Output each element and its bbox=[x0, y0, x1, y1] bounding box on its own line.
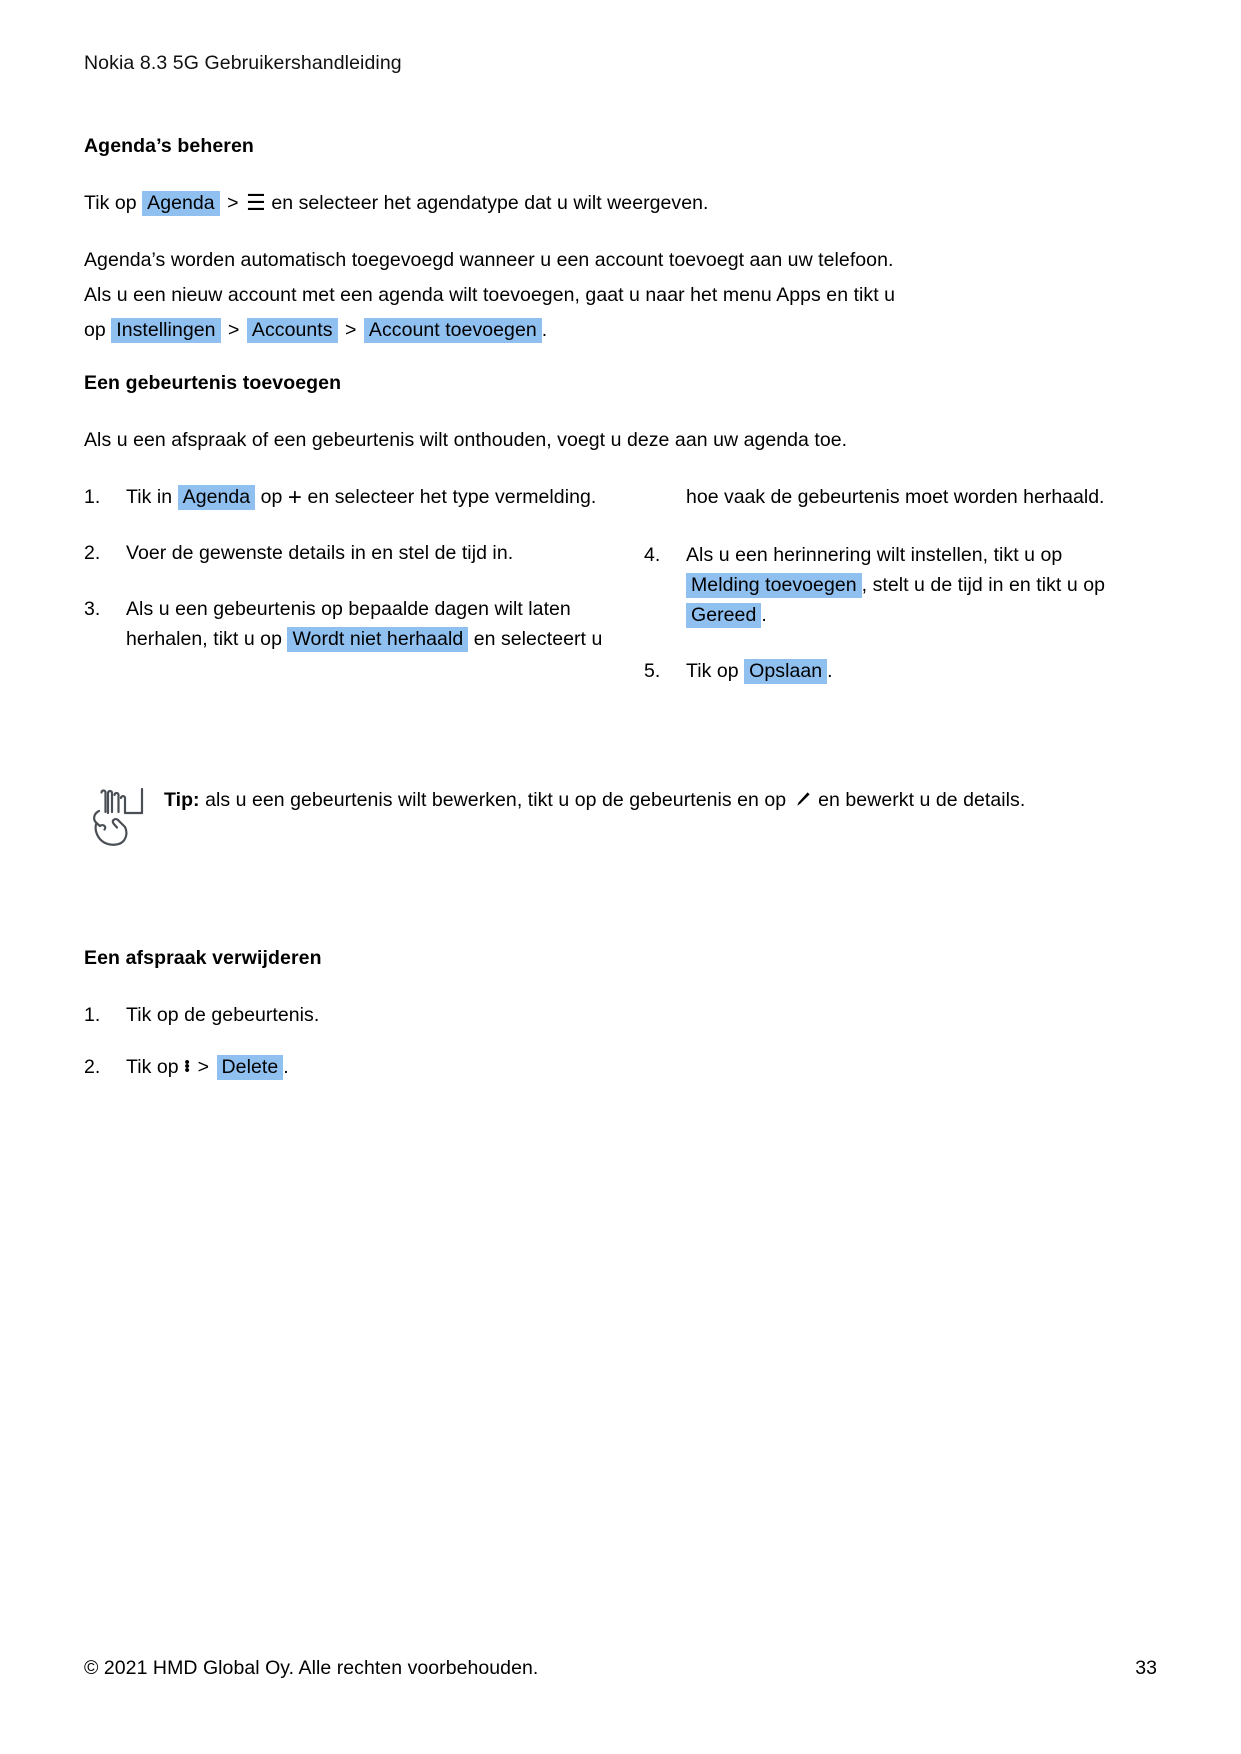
paragraph-gebeurtenis-intro: Als u een afspraak of een gebeurtenis wi… bbox=[84, 429, 848, 451]
ui-key-opslaan[interactable]: Opslaan bbox=[744, 659, 828, 684]
hamburger-menu-icon[interactable]: ☰ bbox=[246, 192, 266, 214]
steps-two-column-layout: 1. Tik in Agenda op + en selecteer het t… bbox=[84, 482, 1159, 727]
ui-key-instellingen[interactable]: Instellingen bbox=[111, 318, 221, 343]
step-number-4: 4. bbox=[644, 544, 661, 566]
pointing-hand-icon bbox=[88, 787, 144, 849]
document-page: Nokia 8.3 5G Gebruikershandleiding Agend… bbox=[0, 0, 1241, 1754]
step-1-text-after: en selecteer het type vermelding. bbox=[307, 486, 597, 508]
text-after: en selecteer het agendatype dat u wilt w… bbox=[271, 192, 709, 214]
steps-list-delete: 1. Tik op de gebeurtenis. 2. Tik op • • • … bbox=[84, 1000, 1159, 1082]
steps-column-right: hoe vaak de gebeurtenis moet worden herh… bbox=[644, 482, 1159, 686]
steps-column-left: 1. Tik in Agenda op + en selecteer het t… bbox=[84, 482, 604, 654]
step-number-1: 1. bbox=[84, 486, 101, 508]
plus-icon[interactable]: + bbox=[288, 486, 302, 510]
step-number-3: 3. bbox=[84, 598, 101, 620]
separator-chevron-1: > bbox=[228, 319, 240, 341]
paragraph-agendas-line3: op Instellingen > Accounts > Account toe… bbox=[84, 315, 1159, 346]
ui-key-agenda[interactable]: Agenda bbox=[142, 191, 220, 216]
ui-key-agenda-step1[interactable]: Agenda bbox=[177, 485, 256, 510]
tip-text: Tip: als u een gebeurtenis wilt bewerken… bbox=[164, 785, 1159, 817]
text-before: op bbox=[84, 319, 106, 341]
step-4-text-before: Als u een herinnering wilt instellen, ti… bbox=[686, 544, 1063, 566]
more-options-vertical-dots-icon[interactable]: • • • bbox=[184, 1055, 190, 1078]
separator-chevron-2: > bbox=[345, 319, 357, 341]
step-5-text-before: Tik op bbox=[686, 660, 739, 682]
ui-key-melding-toevoegen[interactable]: Melding toevoegen bbox=[686, 573, 862, 598]
step-number-2: 2. bbox=[84, 542, 101, 564]
tip-label: Tip: bbox=[164, 789, 200, 811]
ui-key-gereed[interactable]: Gereed bbox=[686, 603, 762, 628]
step-4-text-mid: , stelt u de tijd in en tikt u op bbox=[861, 574, 1106, 596]
paragraph-tik-op-agenda: Tik op Agenda > ☰ en selecteer het agend… bbox=[84, 188, 1159, 219]
step-4-text-after: . bbox=[761, 604, 767, 626]
ui-key-account-toevoegen[interactable]: Account toevoegen bbox=[363, 318, 542, 343]
footer-page-number: 33 bbox=[1135, 1657, 1157, 1679]
running-header: Nokia 8.3 5G Gebruikershandleiding bbox=[84, 52, 402, 74]
ui-key-delete[interactable]: Delete bbox=[216, 1055, 284, 1080]
separator-chevron-delete: > bbox=[197, 1056, 210, 1078]
delete-step-number-1: 1. bbox=[84, 1004, 101, 1026]
delete-step-1-text: Tik op de gebeurtenis. bbox=[126, 1004, 320, 1026]
ui-key-accounts[interactable]: Accounts bbox=[246, 318, 338, 343]
page-content: Nokia 8.3 5G Gebruikershandleiding Agend… bbox=[84, 52, 1159, 1104]
delete-step-number-2: 2. bbox=[84, 1056, 101, 1078]
footer-copyright: © 2021 HMD Global Oy. Alle rechten voorb… bbox=[84, 1657, 539, 1679]
step-3-continuation-text: hoe vaak de gebeurtenis moet worden herh… bbox=[686, 486, 1105, 508]
step-number-5: 5. bbox=[644, 660, 661, 682]
step-item-3: 3. Als u een gebeurtenis op bepaalde dag… bbox=[84, 594, 604, 654]
step-item-1: 1. Tik in Agenda op + en selecteer het t… bbox=[84, 482, 604, 512]
step-2-text: Voer de gewenste details in en stel de t… bbox=[126, 542, 514, 564]
ui-key-wordt-niet-herhaald[interactable]: Wordt niet herhaald bbox=[287, 627, 469, 652]
steps-list-left: 1. Tik in Agenda op + en selecteer het t… bbox=[84, 482, 604, 654]
step-item-5: 5. Tik op Opslaan. bbox=[644, 656, 1159, 686]
step-item-4: 4. Als u een herinnering wilt instellen,… bbox=[644, 540, 1159, 630]
delete-step-2-text-after: . bbox=[283, 1056, 289, 1078]
section-title-afspraak-verwijderen: Een afspraak verwijderen bbox=[84, 947, 322, 969]
text-period: . bbox=[541, 319, 548, 341]
step-5-text-after: . bbox=[827, 660, 833, 682]
section-title-agendas-beheren: Agenda’s beheren bbox=[84, 135, 254, 157]
pencil-edit-icon[interactable] bbox=[794, 787, 811, 817]
section-afspraak-verwijderen: Een afspraak verwijderen 1. Tik op de ge… bbox=[84, 947, 1159, 1082]
text-before: Tik op bbox=[84, 192, 137, 214]
tip-callout: Tip: als u een gebeurtenis wilt bewerken… bbox=[84, 785, 1159, 857]
step-3-text-after: en selecteert u bbox=[473, 628, 603, 650]
step-item-2: 2. Voer de gewenste details in en stel d… bbox=[84, 538, 604, 568]
step-1-text-before: Tik in bbox=[126, 486, 173, 508]
tip-text-before: als u een gebeurtenis wilt bewerken, tik… bbox=[205, 789, 787, 811]
steps-list-right: 4. Als u een herinnering wilt instellen,… bbox=[644, 540, 1159, 686]
separator-chevron: > bbox=[227, 192, 239, 214]
tip-text-after: en bewerkt u de details. bbox=[818, 789, 1026, 811]
page-footer: © 2021 HMD Global Oy. Alle rechten voorb… bbox=[84, 1657, 1157, 1680]
delete-step-2-text-before: Tik op bbox=[126, 1056, 179, 1078]
step-1-text-mid: op bbox=[260, 486, 283, 508]
section-title-gebeurtenis-toevoegen: Een gebeurtenis toevoegen bbox=[84, 372, 342, 394]
delete-step-item-2: 2. Tik op • • • > Delete. bbox=[84, 1052, 1159, 1082]
paragraph-agendas-line2: Als u een nieuw account met een agenda w… bbox=[84, 284, 896, 306]
delete-step-item-1: 1. Tik op de gebeurtenis. bbox=[84, 1000, 1159, 1030]
paragraph-agendas-line1: Agenda’s worden automatisch toegevoegd w… bbox=[84, 249, 894, 271]
